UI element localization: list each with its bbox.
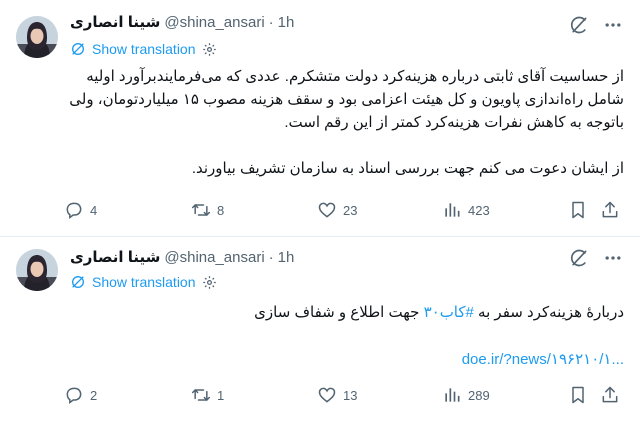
tweet[interactable]: شینا انصاری @shina_ansari · 1h Show tran… [0,237,640,421]
tweet-text-segment: جهت اطلاع و شفاف سازی [254,304,424,321]
tweet-header: شینا انصاری @shina_ansari · 1h [70,247,294,267]
reply-icon [66,202,82,219]
show-translation-label[interactable]: Show translation [92,274,196,290]
repost-count: 1 [217,387,225,403]
author-name[interactable]: شینا انصاری [70,248,160,266]
share-button[interactable] [600,385,620,405]
gear-icon[interactable] [202,42,217,57]
separator-dot: · [268,248,274,266]
tweet-text: از حساسیت آقای ثابتی درباره هزینه‌کرد دو… [69,65,624,180]
show-translation-label[interactable]: Show translation [92,41,196,57]
show-translation[interactable]: Show translation [70,274,217,290]
heart-icon [318,387,336,403]
like-count: 23 [343,202,358,218]
reply-button[interactable]: 2 [64,385,97,405]
views-button[interactable]: 423 [442,200,490,220]
tweet-text-line: از حساسیت آقای ثابتی درباره هزینه‌کرد دو… [86,68,624,85]
tweet-actions: 2 1 13 289 [64,385,624,409]
more-icon[interactable] [602,247,624,269]
views-count: 423 [468,202,490,218]
views-icon [445,388,460,402]
hashtag-link[interactable]: #کاب۳۰ [424,304,474,321]
share-icon [602,386,618,403]
tweet-text: دربارهٔ هزینه‌کرد سفر به #کاب۳۰ جهت اطلا… [70,301,624,324]
grok-icon[interactable] [568,14,590,36]
repost-button[interactable]: 8 [191,200,224,220]
grok-icon[interactable] [568,247,590,269]
bookmark-icon [572,201,584,219]
repost-count: 8 [217,202,225,218]
views-button[interactable]: 289 [442,385,490,405]
bookmark-button[interactable] [568,200,588,220]
like-button[interactable]: 13 [317,385,357,405]
share-icon [602,201,618,218]
tweet-text-line: باتوجه به کاهش نفرات هزینه‌کرد کمتر از ا… [284,114,624,131]
reply-icon [66,387,82,404]
like-button[interactable]: 23 [317,200,357,220]
reply-count: 2 [90,387,98,403]
tweet-text-line: از ایشان دعوت می کنم جهت بررسی اسناد به … [191,160,624,177]
tweet-time[interactable]: 1h [278,14,295,31]
tweet-actions: 4 8 23 423 [64,200,624,224]
tweet-link[interactable]: doe.ir/?news/۱۹۶۲۱۰/۱... [462,350,624,368]
repost-icon [191,204,211,216]
show-translation[interactable]: Show translation [70,41,217,57]
bookmark-button[interactable] [568,385,588,405]
tweet-text-line: دربارهٔ هزینه‌کرد سفر به #کاب۳۰ جهت اطلا… [70,301,624,324]
translate-icon [72,276,84,288]
views-count: 289 [468,387,490,403]
repost-icon [191,389,211,401]
tweet-time[interactable]: 1h [278,249,295,266]
tweet[interactable]: شینا انصاری @shina_ansari · 1h Show tran… [0,0,640,237]
share-button[interactable] [600,200,620,220]
tweet-text-line: شامل راه‌اندازی پاویون و کل هیئت اعزامی … [69,91,624,108]
repost-button[interactable]: 1 [191,385,224,405]
avatar[interactable] [16,16,58,58]
tweet-text-line [70,134,624,157]
author-name[interactable]: شینا انصاری [70,13,160,31]
views-icon [445,203,460,217]
avatar[interactable] [16,249,58,291]
author-handle[interactable]: @shina_ansari [164,14,264,31]
bookmark-icon [572,386,584,404]
gear-icon[interactable] [202,275,217,290]
more-icon[interactable] [602,14,624,36]
heart-icon [318,202,336,218]
tweet-header: شینا انصاری @shina_ansari · 1h [70,12,294,32]
author-handle[interactable]: @shina_ansari [164,249,264,266]
avatar-image [16,16,58,58]
separator-dot: · [268,13,274,31]
like-count: 13 [343,387,358,403]
translate-icon [72,43,84,55]
reply-count: 4 [90,202,98,218]
reply-button[interactable]: 4 [64,200,97,220]
avatar-image [16,249,58,291]
tweet-text-segment: دربارهٔ هزینه‌کرد سفر به [473,304,624,321]
